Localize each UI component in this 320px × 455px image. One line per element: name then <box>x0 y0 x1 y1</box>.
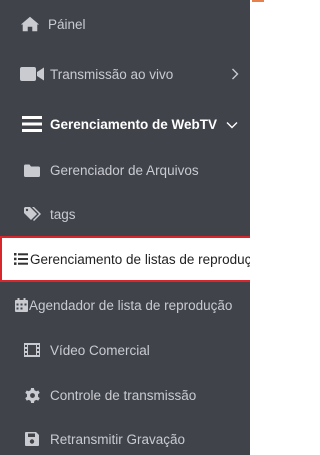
menu-item-agendador[interactable]: Agendador de lista de reprodução <box>0 283 250 327</box>
menu-item-label: Vídeo Comercial <box>50 342 150 358</box>
menu-item-label: tags <box>50 206 76 222</box>
menu-item-gerenciador-arquivos[interactable]: Gerenciador de Arquivos <box>0 148 250 192</box>
calendar-icon <box>14 295 28 315</box>
menu-item-label: Gerenciamento de WebTV <box>50 116 218 132</box>
tags-icon <box>24 204 42 224</box>
menu-item-label: Agendador de lista de reprodução <box>29 297 233 313</box>
menu-item-label: Gerenciamento de listas de reprodução <box>30 251 250 267</box>
menu-item-tags[interactable]: tags <box>0 192 250 236</box>
folder-icon <box>24 160 40 180</box>
menu-item-retransmitir-gravacao[interactable]: Retransmitir Gravação <box>0 417 250 455</box>
menu-item-label: Páinel <box>48 16 86 32</box>
chevron-right-icon <box>229 68 241 80</box>
menu-item-controle-transmissao[interactable]: Controle de transmissão <box>0 373 250 417</box>
chevron-down-icon <box>226 119 238 131</box>
home-icon <box>20 14 40 34</box>
list-icon <box>13 249 29 269</box>
film-icon <box>24 340 40 360</box>
accent-bar <box>252 0 264 2</box>
cog-icon <box>24 385 40 405</box>
menu-item-painel[interactable]: Páinel <box>0 2 250 46</box>
menu-item-gerenciamento-webtv[interactable]: Gerenciamento de WebTV <box>0 102 250 146</box>
menu-item-listas-reproducao[interactable]: Gerenciamento de listas de reprodução <box>0 236 250 282</box>
save-icon <box>24 429 40 449</box>
menu-item-label: Transmissão ao vivo <box>50 66 174 82</box>
sidebar-menu: Páinel Transmissão ao vivo Gerenciamento… <box>0 0 250 455</box>
video-camera-icon <box>20 64 44 84</box>
menu-item-video-comercial[interactable]: Vídeo Comercial <box>0 328 250 372</box>
menu-item-label: Gerenciador de Arquivos <box>50 162 199 178</box>
content-area-edge <box>250 0 264 455</box>
menu-item-label: Controle de transmissão <box>50 387 197 403</box>
bars-icon <box>22 114 42 134</box>
menu-item-label: Retransmitir Gravação <box>50 431 186 447</box>
menu-item-transmissao-ao-vivo[interactable]: Transmissão ao vivo <box>0 52 250 96</box>
